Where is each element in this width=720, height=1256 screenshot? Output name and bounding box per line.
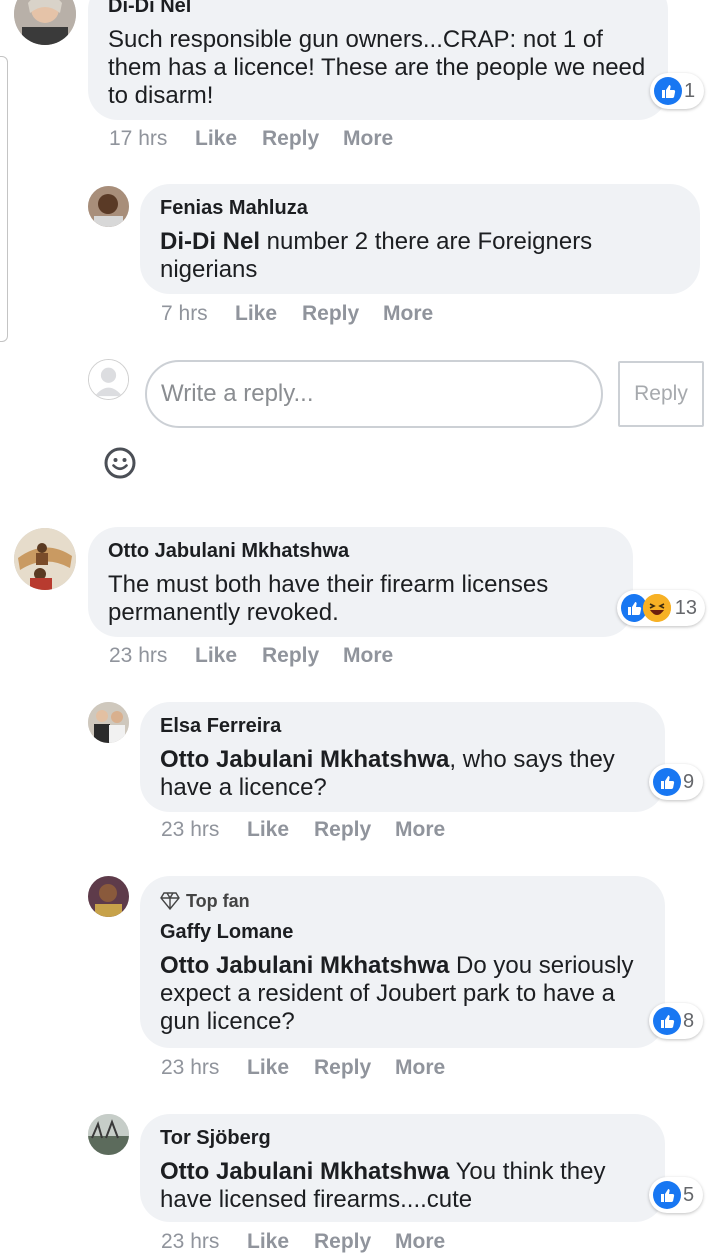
more-button[interactable]: More <box>343 127 393 151</box>
reaction-count: 13 <box>674 596 697 619</box>
mention-link[interactable]: Otto Jabulani Mkhatshwa <box>160 746 449 773</box>
comment-author[interactable]: Di-Di Nel <box>108 0 648 18</box>
comment-actions: 17 hrs Like Reply More <box>109 127 393 151</box>
smiley-icon[interactable] <box>104 447 136 479</box>
comment-author[interactable]: Gaffy Lomane <box>160 920 645 944</box>
comment-time[interactable]: 7 hrs <box>161 302 235 326</box>
more-button[interactable]: More <box>395 1056 445 1080</box>
avatar[interactable] <box>14 528 76 590</box>
more-button[interactable]: More <box>343 644 393 668</box>
reply-input[interactable]: Write a reply... <box>145 360 603 428</box>
more-button[interactable]: More <box>395 818 445 842</box>
diamond-icon <box>160 892 180 910</box>
thread-indicator <box>0 56 8 342</box>
reaction-summary[interactable]: 13 <box>617 590 705 626</box>
reply-button[interactable]: Reply <box>314 1230 395 1254</box>
avatar[interactable] <box>14 0 76 45</box>
reply-bubble: Elsa Ferreira Otto Jabulani Mkhatshwa, w… <box>140 702 665 812</box>
reply-submit-button[interactable]: Reply <box>618 361 704 427</box>
comment-author[interactable]: Elsa Ferreira <box>160 714 645 738</box>
reply-button[interactable]: Reply <box>314 1056 395 1080</box>
like-button[interactable]: Like <box>247 818 314 842</box>
mention-link[interactable]: Otto Jabulani Mkhatshwa <box>160 1158 449 1185</box>
comment-bubble: Di-Di Nel Such responsible gun owners...… <box>88 0 668 120</box>
comment-actions: 23 hrs Like Reply More <box>161 1056 445 1080</box>
reply-bubble: Fenias Mahluza Di-Di Nel number 2 there … <box>140 184 700 294</box>
comment-time[interactable]: 23 hrs <box>109 644 195 668</box>
reaction-count: 8 <box>683 1009 695 1032</box>
mention-link[interactable]: Di-Di Nel <box>160 228 260 255</box>
reply-button[interactable]: Reply <box>314 818 395 842</box>
comment-time[interactable]: 23 hrs <box>161 1056 247 1080</box>
reaction-count: 9 <box>683 770 695 793</box>
comment-text: Otto Jabulani Mkhatshwa You think they h… <box>160 1158 606 1213</box>
comment-actions: 23 hrs Like Reply More <box>161 1230 445 1254</box>
reply-bubble: Top fan Gaffy Lomane Otto Jabulani Mkhat… <box>140 876 665 1048</box>
comment-actions: 23 hrs Like Reply More <box>109 644 393 668</box>
comment-text: Otto Jabulani Mkhatshwa Do you seriously… <box>160 952 634 1035</box>
comment-author[interactable]: Tor Sjöberg <box>160 1126 645 1150</box>
like-button[interactable]: Like <box>195 127 262 151</box>
reaction-count: 1 <box>684 79 696 102</box>
comment-actions: 7 hrs Like Reply More <box>161 302 433 326</box>
like-button[interactable]: Like <box>195 644 262 668</box>
like-reaction-icon <box>653 1007 681 1035</box>
comment-time[interactable]: 17 hrs <box>109 127 195 151</box>
haha-reaction-icon <box>642 594 671 622</box>
top-fan-badge: Top fan <box>160 890 645 912</box>
like-button[interactable]: Like <box>247 1230 314 1254</box>
comment-author[interactable]: Otto Jabulani Mkhatshwa <box>108 539 613 563</box>
comment-author[interactable]: Fenias Mahluza <box>160 196 680 220</box>
comment-text: Such responsible gun owners...CRAP: not … <box>108 26 646 109</box>
like-reaction-icon <box>653 768 681 796</box>
mention-link[interactable]: Otto Jabulani Mkhatshwa <box>160 952 449 979</box>
like-reaction-icon <box>653 1181 681 1209</box>
reply-bubble: Tor Sjöberg Otto Jabulani Mkhatshwa You … <box>140 1114 665 1222</box>
avatar <box>88 359 129 400</box>
reply-button[interactable]: Reply <box>302 302 383 326</box>
comment-text: The must both have their firearm license… <box>108 571 549 626</box>
reaction-summary[interactable]: 9 <box>649 764 703 800</box>
comment-time[interactable]: 23 hrs <box>161 1230 247 1254</box>
more-button[interactable]: More <box>395 1230 445 1254</box>
reaction-summary[interactable]: 1 <box>650 73 704 109</box>
comment-actions: 23 hrs Like Reply More <box>161 818 445 842</box>
reaction-count: 5 <box>683 1183 695 1206</box>
like-button[interactable]: Like <box>247 1056 314 1080</box>
more-button[interactable]: More <box>383 302 433 326</box>
avatar[interactable] <box>88 186 129 227</box>
reaction-summary[interactable]: 5 <box>649 1177 703 1213</box>
comment-time[interactable]: 23 hrs <box>161 818 247 842</box>
comment-text: Di-Di Nel number 2 there are Foreigners … <box>160 228 593 283</box>
avatar[interactable] <box>88 876 129 917</box>
reaction-summary[interactable]: 8 <box>649 1003 703 1039</box>
like-reaction-icon <box>654 77 682 105</box>
like-button[interactable]: Like <box>235 302 302 326</box>
reply-button[interactable]: Reply <box>262 127 343 151</box>
avatar[interactable] <box>88 702 129 743</box>
reply-button[interactable]: Reply <box>262 644 343 668</box>
avatar[interactable] <box>88 1114 129 1155</box>
comment-bubble: Otto Jabulani Mkhatshwa The must both ha… <box>88 527 633 637</box>
comment-text: Otto Jabulani Mkhatshwa, who says they h… <box>160 746 615 801</box>
